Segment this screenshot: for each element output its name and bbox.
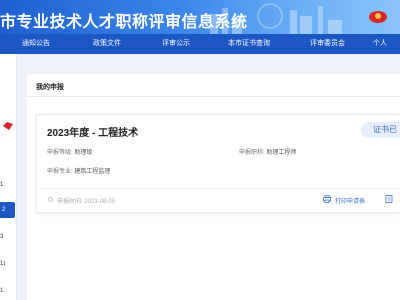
- page-title: 我的申报: [36, 84, 64, 91]
- level-label: 申报等级:: [47, 150, 73, 156]
- document-icon[interactable]: [385, 195, 393, 203]
- nav-notices[interactable]: 通知公告: [22, 34, 50, 54]
- position-field: 申报职称: 助理工程师: [239, 147, 296, 156]
- national-emblem-icon: [369, 11, 387, 23]
- application-card[interactable]: 2023年度 - 工程技术 证书已 申报等级: 助理级 申报职称: 助理工程师 …: [36, 114, 400, 213]
- title-divider: [27, 96, 400, 97]
- card-divider: [37, 188, 400, 189]
- main-panel: 我的申报 2023年度 - 工程技术 证书已 申报等级: 助理级 申报职称: 助…: [27, 74, 400, 300]
- main-nav: 通知公告 政策文件 评审公示 本市证书查询 评审委员会 个人: [0, 34, 400, 54]
- status-badge: 证书已: [361, 122, 400, 138]
- print-icon[interactable]: [323, 195, 331, 203]
- level-value: 助理级: [74, 150, 93, 156]
- major-field: 申报专业: 建筑工程监理: [47, 166, 110, 175]
- sidebar-item-5[interactable]: 1: [0, 288, 3, 294]
- sidebar-item-active-label: 2: [2, 207, 6, 213]
- sidebar-item-3[interactable]: 3: [0, 234, 3, 240]
- avatar-badge-icon: [3, 122, 13, 130]
- header-banner: 市专业技术人才职称评审信息系统: [0, 0, 400, 34]
- major-value: 建筑工程监理: [74, 169, 111, 175]
- clock-icon: [48, 197, 53, 202]
- position-value: 助理工程师: [266, 150, 297, 156]
- application-title: 2023年度 - 工程技术: [47, 128, 139, 139]
- nav-personal[interactable]: 个人: [373, 34, 387, 54]
- nav-certificate-query[interactable]: 本市证书查询: [228, 34, 270, 54]
- major-label: 申报专业:: [47, 169, 73, 175]
- sidebar-item-active[interactable]: 2: [0, 202, 15, 218]
- submit-time-label: 申报时间:: [57, 199, 83, 205]
- site-title: 市专业技术人才职称评审信息系统: [0, 14, 248, 31]
- nav-review-committee[interactable]: 评审委员会: [310, 34, 345, 54]
- submit-time: 申报时间: 2023-08-05: [57, 196, 115, 205]
- level-field: 申报等级: 助理级: [47, 147, 92, 156]
- print-application-link[interactable]: 打印申请表: [335, 196, 365, 205]
- sidebar-item-4[interactable]: 1): [0, 261, 5, 267]
- sidebar-item-1[interactable]: 1: [0, 182, 3, 188]
- position-label: 申报职称:: [239, 150, 265, 156]
- sidebar: 1 2 3 1) 1: [0, 54, 17, 300]
- nav-review-announcements[interactable]: 评审公示: [162, 34, 190, 54]
- submit-time-value: 2023-08-05: [84, 199, 116, 205]
- nav-policies[interactable]: 政策文件: [93, 34, 121, 54]
